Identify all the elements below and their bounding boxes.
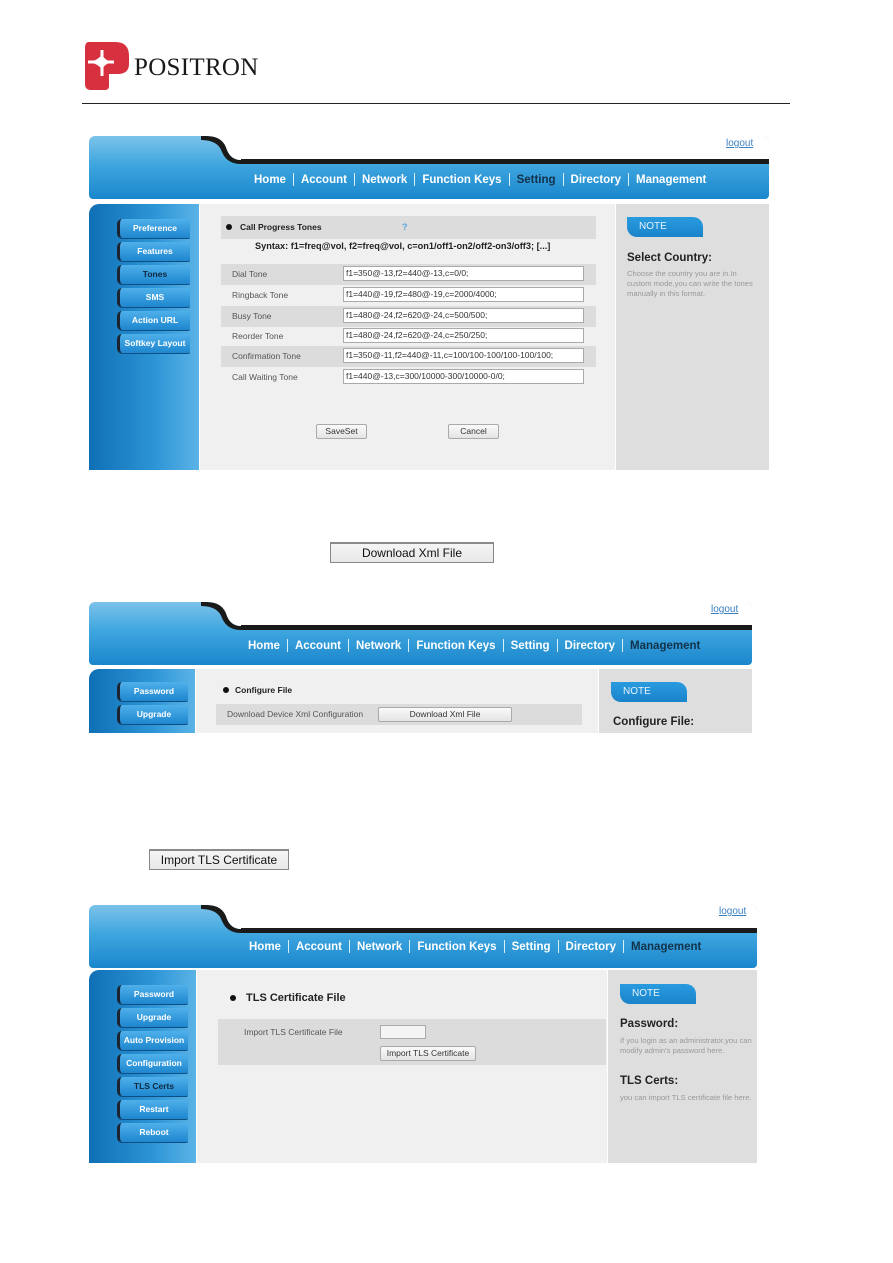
- ringback-tone-input[interactable]: [343, 287, 584, 302]
- nav-setting[interactable]: Setting: [510, 174, 563, 186]
- sidebar-item-upgrade[interactable]: Upgrade: [117, 1008, 188, 1027]
- nav-network[interactable]: Network: [349, 640, 408, 652]
- header-divider: [82, 103, 790, 104]
- download-xml-file-button[interactable]: Download Xml File: [330, 542, 494, 563]
- bullet-icon: [230, 995, 236, 1001]
- note-title: TLS Certs:: [620, 1075, 679, 1087]
- reorder-tone-input[interactable]: [343, 328, 584, 343]
- tones-settings-screen: logout Home Account Network Function Key…: [89, 136, 769, 470]
- tone-row: Reorder Tone: [221, 326, 596, 347]
- nav-management[interactable]: Management: [623, 640, 707, 652]
- sidebar-item-reboot[interactable]: Reboot: [117, 1123, 188, 1142]
- section-title: TLS Certificate File: [246, 992, 346, 1004]
- nav-function-keys[interactable]: Function Keys: [415, 174, 508, 186]
- nav-network[interactable]: Network: [350, 941, 409, 953]
- main-nav: Home Account Network Function Keys Setti…: [241, 639, 707, 652]
- tone-label: Reorder Tone: [232, 331, 284, 341]
- note-text: you can import TLS certificate file here…: [620, 1093, 752, 1102]
- sidebar-item-upgrade[interactable]: Upgrade: [117, 705, 188, 724]
- nav-home[interactable]: Home: [247, 174, 293, 186]
- nav-account[interactable]: Account: [288, 640, 348, 652]
- confirmation-tone-input[interactable]: [343, 348, 584, 363]
- download-xml-file-button[interactable]: Download Xml File: [378, 707, 512, 722]
- section-title: Configure File: [235, 685, 293, 695]
- nav-directory[interactable]: Directory: [564, 174, 629, 186]
- sidebar-item-configuration[interactable]: Configuration: [117, 1054, 188, 1073]
- config-row: Download Device Xml Configuration Downlo…: [216, 704, 582, 725]
- logout-link[interactable]: logout: [726, 138, 753, 149]
- nav-directory[interactable]: Directory: [558, 640, 623, 652]
- saveset-button[interactable]: SaveSet: [316, 424, 367, 439]
- syntax-hint: Syntax: f1=freq@vol, f2=freq@vol, c=on1/…: [255, 241, 551, 251]
- section-title: Call Progress Tones: [240, 222, 322, 232]
- nav-function-keys[interactable]: Function Keys: [409, 640, 502, 652]
- nav-home[interactable]: Home: [242, 941, 288, 953]
- note-text: If you login as an administrator,you can…: [620, 1036, 752, 1055]
- tls-certs-screen: logout Home Account Network Function Key…: [89, 905, 757, 1163]
- call-waiting-tone-input[interactable]: [343, 369, 584, 384]
- nav-management[interactable]: Management: [624, 941, 708, 953]
- nav-account[interactable]: Account: [294, 174, 354, 186]
- tls-certificate-file-input[interactable]: [380, 1025, 426, 1039]
- tone-label: Confirmation Tone: [232, 351, 301, 361]
- nav-function-keys[interactable]: Function Keys: [410, 941, 503, 953]
- note-title: Select Country:: [627, 252, 712, 264]
- note-panel: [616, 204, 769, 470]
- note-title: Password:: [620, 1018, 679, 1030]
- top-nav-bar: [89, 905, 757, 968]
- import-tls-certificate-button[interactable]: Import TLS Certificate: [380, 1046, 476, 1061]
- help-icon[interactable]: ?: [402, 222, 408, 232]
- note-title: Configure File:: [613, 716, 695, 728]
- tone-row: Busy Tone: [221, 306, 596, 327]
- row-label: Download Device Xml Configuration: [227, 709, 364, 719]
- row-label: Import TLS Certificate File: [244, 1027, 343, 1037]
- import-tls-certificate-button[interactable]: Import TLS Certificate: [149, 849, 289, 870]
- note-tab: NOTE: [627, 217, 703, 237]
- sidebar-item-action-url[interactable]: Action URL: [117, 311, 190, 330]
- sidebar-item-auto-provision[interactable]: Auto Provision: [117, 1031, 188, 1050]
- note-tab: NOTE: [620, 984, 696, 1004]
- tone-label: Ringback Tone: [232, 290, 289, 300]
- sidebar-item-sms[interactable]: SMS: [117, 288, 190, 307]
- tone-label: Call Waiting Tone: [232, 372, 298, 382]
- nav-setting[interactable]: Setting: [505, 941, 558, 953]
- tone-row: Call Waiting Tone: [221, 367, 596, 388]
- tone-row: Dial Tone: [221, 264, 596, 285]
- sidebar-item-password[interactable]: Password: [117, 985, 188, 1004]
- brand-name: POSITRON: [134, 54, 259, 81]
- nav-management[interactable]: Management: [629, 174, 713, 186]
- sidebar-item-tls-certs[interactable]: TLS Certs: [117, 1077, 188, 1096]
- configure-file-screen: logout Home Account Network Function Key…: [89, 602, 752, 733]
- main-nav: Home Account Network Function Keys Setti…: [247, 173, 713, 186]
- busy-tone-input[interactable]: [343, 308, 584, 323]
- top-nav-bar: [89, 602, 752, 665]
- sidebar-item-softkey-layout[interactable]: Softkey Layout: [117, 334, 190, 353]
- sidebar-item-preference[interactable]: Preference: [117, 219, 190, 238]
- cancel-button[interactable]: Cancel: [448, 424, 499, 439]
- bullet-icon: [226, 224, 232, 230]
- nav-network[interactable]: Network: [355, 174, 414, 186]
- sidebar-item-password[interactable]: Password: [117, 682, 188, 701]
- dial-tone-input[interactable]: [343, 266, 584, 281]
- nav-setting[interactable]: Setting: [504, 640, 557, 652]
- top-nav-bar: [89, 136, 769, 199]
- note-tab: NOTE: [611, 682, 687, 702]
- import-row: Import TLS Certificate File Import TLS C…: [218, 1019, 606, 1065]
- nav-home[interactable]: Home: [241, 640, 287, 652]
- logout-link[interactable]: logout: [719, 906, 746, 917]
- tone-label: Busy Tone: [232, 311, 272, 321]
- note-text: Choose the country you are in.In custom …: [627, 269, 753, 298]
- main-nav: Home Account Network Function Keys Setti…: [242, 940, 708, 953]
- tone-label: Dial Tone: [232, 269, 268, 279]
- sidebar-item-tones[interactable]: Tones: [117, 265, 190, 284]
- sidebar-item-restart[interactable]: Restart: [117, 1100, 188, 1119]
- bullet-icon: [223, 687, 229, 693]
- tone-row: Ringback Tone: [221, 285, 596, 306]
- sidebar-item-features[interactable]: Features: [117, 242, 190, 261]
- logout-link[interactable]: logout: [711, 604, 738, 615]
- nav-directory[interactable]: Directory: [559, 941, 624, 953]
- nav-account[interactable]: Account: [289, 941, 349, 953]
- tone-row: Confirmation Tone: [221, 346, 596, 367]
- positron-logo-icon: [85, 42, 129, 90]
